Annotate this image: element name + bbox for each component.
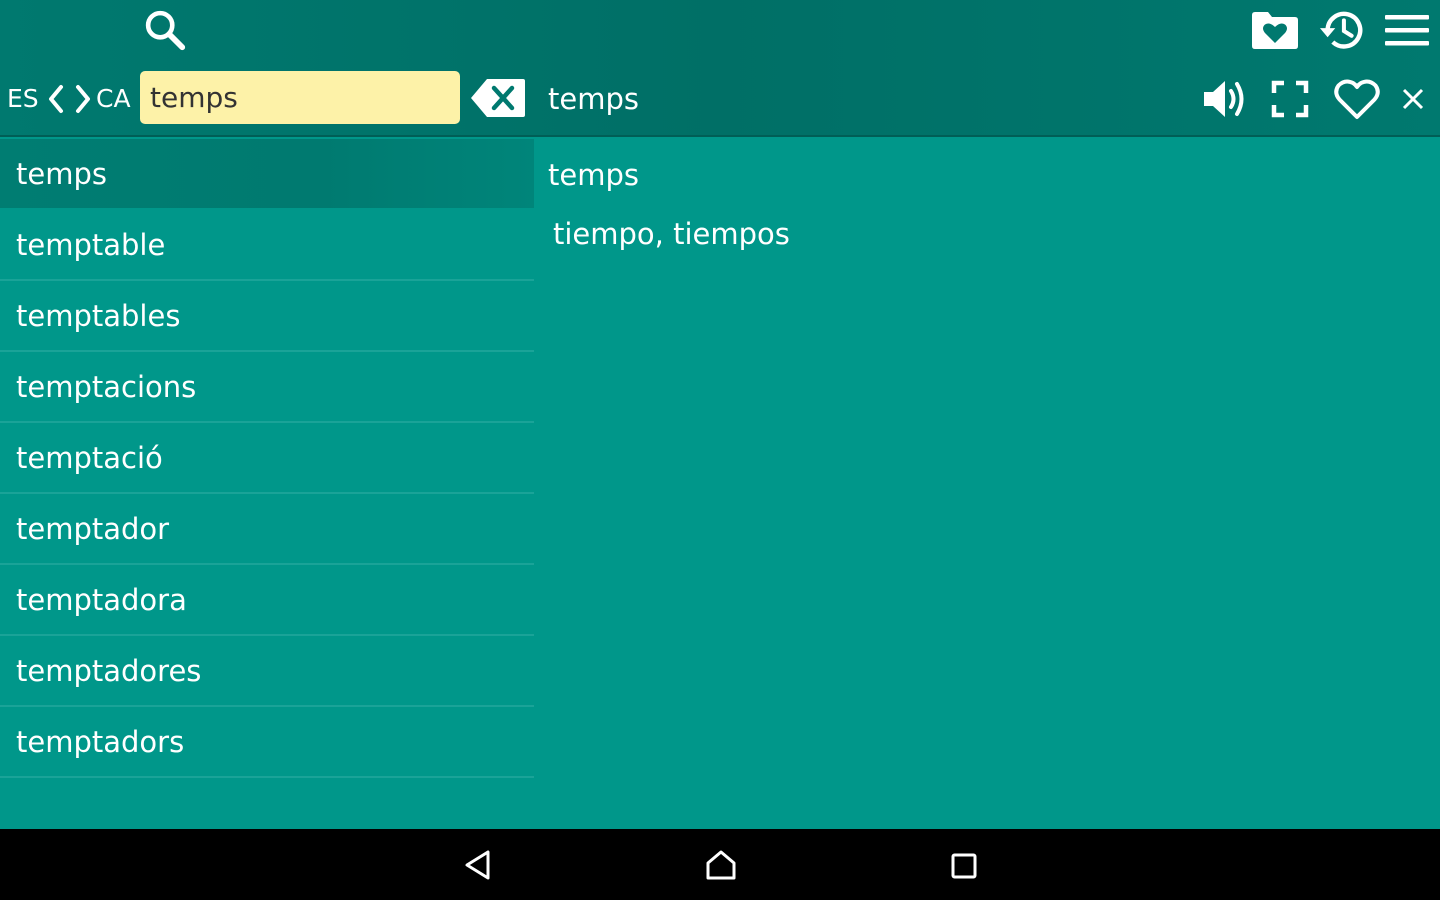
recents-icon[interactable]	[944, 849, 984, 883]
list-item-label: temptables	[16, 298, 181, 333]
target-language-label[interactable]: CA	[96, 84, 131, 114]
list-item-label: temps	[16, 156, 107, 191]
dictionary-app: ES CA temps temps temps temptable tempta…	[0, 0, 1440, 900]
list-item[interactable]: temptable	[0, 210, 534, 281]
definition-pane: temps tiempo, tiempos	[534, 139, 1440, 829]
list-item-label: temptacions	[16, 369, 197, 404]
list-item-label: temptador	[16, 511, 170, 546]
definition-term: temps	[548, 158, 639, 192]
system-navigation-bar	[0, 829, 1440, 900]
list-item-label: temptació	[16, 440, 163, 475]
list-item-label: temptadores	[16, 653, 202, 688]
search-input[interactable]	[140, 71, 460, 124]
top-bar: ES CA temps	[0, 0, 1440, 137]
list-item[interactable]: temptadors	[0, 707, 534, 778]
list-item[interactable]: temptadores	[0, 636, 534, 707]
list-item-label: temptadora	[16, 582, 187, 617]
chevron-right-icon[interactable]	[71, 82, 95, 116]
menu-icon[interactable]	[1384, 10, 1430, 50]
list-item[interactable]: temptacions	[0, 352, 534, 423]
list-item[interactable]: temptables	[0, 281, 534, 352]
search-icon[interactable]	[140, 6, 190, 54]
close-icon[interactable]	[1398, 84, 1428, 114]
list-item[interactable]: temps	[0, 139, 534, 210]
list-item[interactable]: temptador	[0, 494, 534, 565]
speaker-icon[interactable]	[1200, 76, 1250, 122]
fullscreen-icon[interactable]	[1268, 77, 1312, 121]
list-item-label: temptadors	[16, 724, 185, 759]
definition-translation: tiempo, tiempos	[553, 217, 790, 251]
source-language-label[interactable]: ES	[7, 84, 39, 114]
current-word-title: temps	[548, 82, 639, 116]
favorites-folder-icon[interactable]	[1249, 8, 1301, 52]
history-icon[interactable]	[1315, 6, 1369, 54]
chevron-left-icon[interactable]	[44, 82, 68, 116]
list-item[interactable]: temptadora	[0, 565, 534, 636]
backspace-clear-icon[interactable]	[469, 76, 527, 120]
word-list: temps temptable temptables temptacions t…	[0, 139, 534, 778]
back-icon[interactable]	[458, 847, 498, 883]
heart-icon[interactable]	[1331, 75, 1383, 123]
list-item-label: temptable	[16, 227, 166, 262]
home-icon[interactable]	[700, 847, 742, 883]
list-item[interactable]: temptació	[0, 423, 534, 494]
